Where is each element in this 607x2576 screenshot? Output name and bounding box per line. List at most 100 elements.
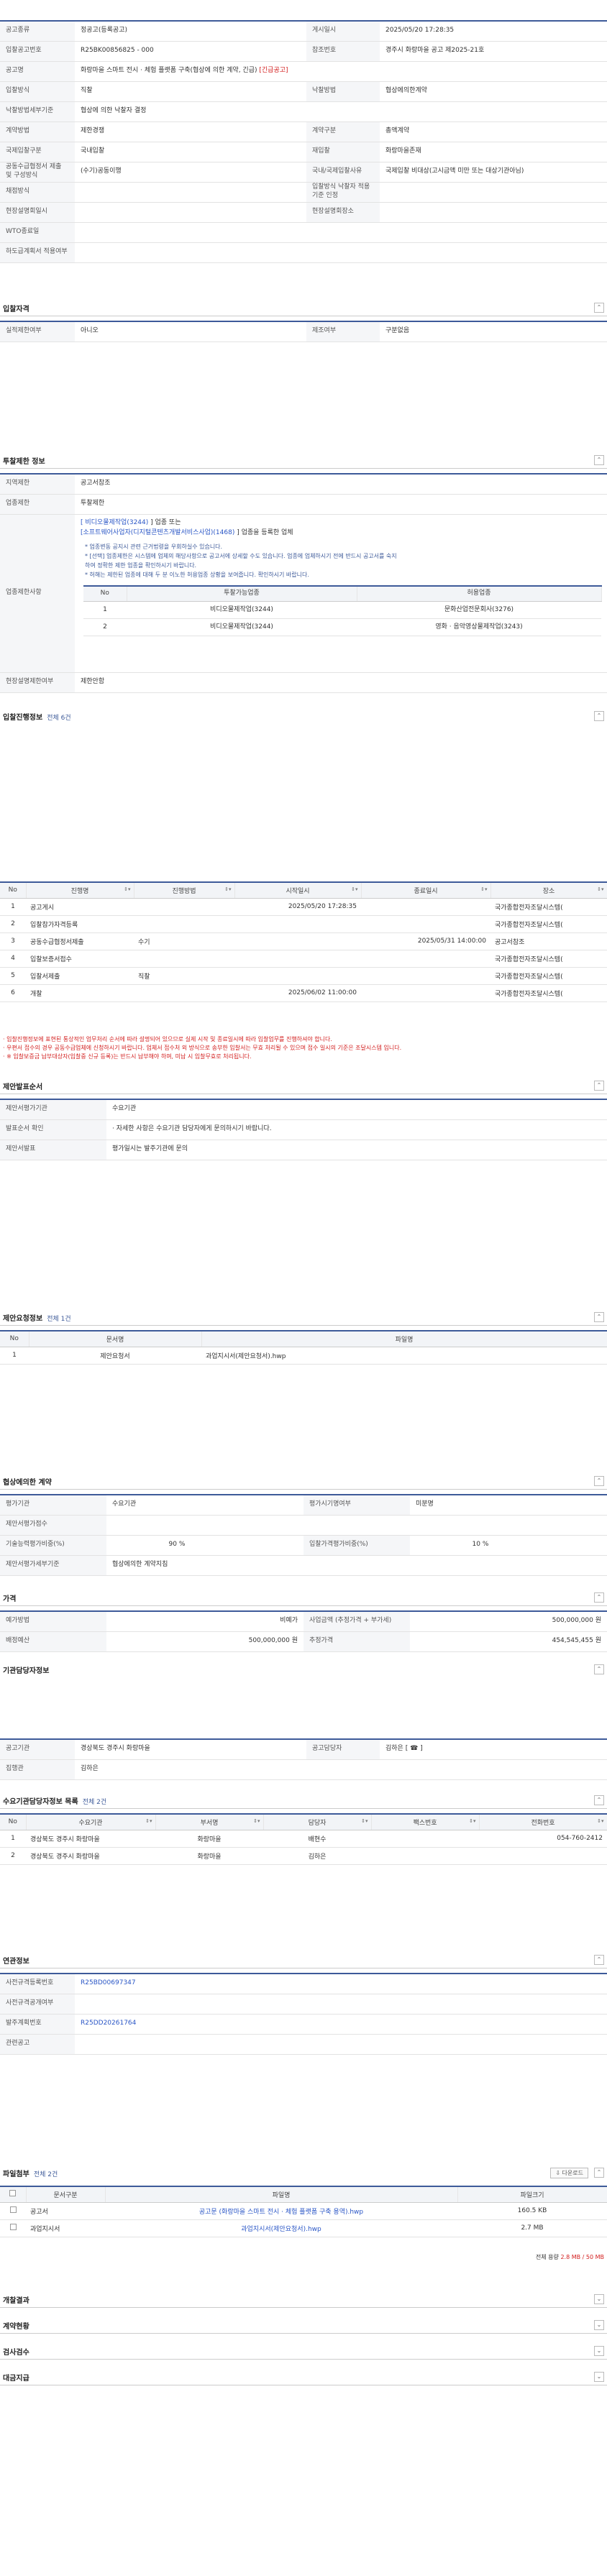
field-value — [106, 1515, 607, 1536]
sort-icon[interactable]: ⇕▾ — [597, 886, 603, 892]
table-cell: 개찰 — [26, 984, 134, 1002]
table-cell: 2 — [0, 915, 26, 933]
column-header[interactable]: 수요기관 ⇕▾ — [26, 1814, 156, 1830]
field-value — [380, 182, 607, 203]
field-value-text: 협상에의한계약 — [385, 87, 427, 95]
column-header[interactable]: 팩스번호 ⇕▾ — [371, 1814, 480, 1830]
restriction-table: 지역제한 공고서참조 업종제한 투찰제한 업종제한사항 [ 비디오물제작업(3244… — [0, 473, 607, 693]
download-button[interactable]: ⇩ 다운로드 — [550, 2168, 588, 2178]
field-value-text: 수요기관 — [112, 1105, 137, 1113]
column-header[interactable]: 장소 ⇕▾ — [490, 882, 607, 899]
sort-icon[interactable]: ⇕▾ — [480, 886, 487, 892]
field-label: 사전규격공개여부 — [0, 1994, 75, 2014]
field-value-text: 화랑마을존재 — [385, 147, 421, 155]
column-header[interactable]: 진행방법 ⇕▾ — [134, 882, 235, 899]
table-cell: 제안요청서 — [29, 1347, 201, 1365]
sort-icon[interactable]: ⇕▾ — [469, 1818, 475, 1824]
column-header[interactable]: 담당자 ⇕▾ — [263, 1814, 372, 1830]
collapse-button[interactable]: ⌃ — [594, 1955, 604, 1965]
column-header-label: 파일명 — [395, 1336, 414, 1344]
field-value-text: 김하은 — [81, 1765, 99, 1773]
field-value-text: 경주시 화랑마을 공고 제2025-21호 — [385, 47, 485, 55]
expand-button[interactable]: ⌄ — [594, 2320, 604, 2330]
row-checkbox[interactable] — [9, 2206, 17, 2213]
field-label: 입찰가격평가비중(%) — [304, 1535, 410, 1556]
cell-text: 국가종합전자조달시스템( — [495, 990, 563, 998]
expand-button[interactable]: ⌄ — [594, 2372, 604, 2382]
collapse-button[interactable]: ⌃ — [594, 1664, 604, 1674]
cell-text: 3 — [11, 938, 15, 945]
field-value-text[interactable]: R25DD20261764 — [81, 2020, 136, 2027]
table-cell — [234, 950, 361, 968]
field-value-text: 직찰 — [81, 87, 93, 95]
sort-icon[interactable]: ⇕▾ — [145, 1818, 152, 1824]
select-all-checkbox[interactable] — [9, 2190, 17, 2197]
sort-icon[interactable]: ⇕▾ — [597, 1818, 603, 1824]
collapse-button[interactable]: ⌃ — [594, 1476, 604, 1486]
collapse-button[interactable]: ⌃ — [594, 1312, 604, 1322]
field-value-text: 협상에 의한 낙찰자 결정 — [81, 107, 147, 115]
field-value-text: 평가일시는 발주기관에 문의 — [112, 1145, 188, 1153]
table-cell — [134, 915, 234, 933]
cell-text: 수기 — [138, 938, 150, 946]
field-value: 총액계약 — [380, 122, 607, 142]
collapse-button[interactable]: ⌃ — [594, 1795, 604, 1805]
table-cell: 과업지시서 — [26, 2219, 105, 2237]
sort-icon[interactable]: ⇕▾ — [351, 886, 357, 892]
industry-link-1[interactable]: [ 비디오물제작업(3244) — [81, 519, 148, 526]
section-title: 파일첨부 — [3, 2171, 29, 2178]
cell-text: 문화산업전문회사(3276) — [444, 606, 514, 614]
table-cell: 6 — [0, 984, 26, 1002]
cell-text: 영화 · 음악영상물제작업(3243) — [435, 623, 523, 631]
collapse-button[interactable]: ⌃ — [594, 1592, 604, 1603]
section-title: 계약현황 — [3, 2323, 29, 2331]
collapse-button[interactable]: ⌃ — [594, 303, 604, 313]
column-header[interactable]: No — [0, 1814, 27, 1830]
table-cell: 160.5 KB — [457, 2202, 607, 2220]
table-cell: 비디오물제작업(3244) — [127, 618, 357, 637]
cell-text: 공고서 — [30, 2208, 48, 2216]
field-value: 협상에의한 계약지침 — [106, 1555, 607, 1576]
field-value-text[interactable]: R25BD00697347 — [81, 1979, 136, 1986]
table-cell — [134, 984, 234, 1002]
column-header-label: 팩스번호 — [413, 1819, 437, 1827]
field-value-text: 김하은 [ ☎ ] — [385, 1745, 423, 1753]
field-value-text: 2025/05/20 17:28:35 — [385, 27, 455, 35]
collapse-button[interactable]: ⌃ — [594, 2168, 604, 2178]
sort-icon[interactable]: ⇕▾ — [124, 886, 130, 892]
collapse-button[interactable]: ⌃ — [594, 711, 604, 721]
collapse-button[interactable]: ⌃ — [594, 1081, 604, 1091]
expand-button[interactable]: ⌄ — [594, 2346, 604, 2356]
table-cell: 국가종합전자조달시스템( — [490, 915, 607, 933]
column-header[interactable]: 진행명 ⇕▾ — [26, 882, 134, 899]
kv-row: 낙찰방법세부기준 협상에 의한 낙찰자 결정 — [0, 101, 607, 122]
sort-icon[interactable]: ⇕▾ — [253, 1818, 260, 1824]
column-header[interactable]: 시작일시 ⇕▾ — [234, 882, 362, 899]
column-header[interactable]: 종료일시 ⇕▾ — [361, 882, 491, 899]
field-label: 집행관 — [0, 1759, 75, 1780]
kv-row: WTO종료일 — [0, 222, 607, 243]
column-header[interactable]: No — [0, 882, 27, 899]
column-header[interactable]: 전화번호 ⇕▾ — [479, 1814, 607, 1830]
field-label: 배정예산 — [0, 1631, 106, 1652]
file-link[interactable]: 공고문 (화랑마을 스마트 전시 · 체험 플랫폼 구축 용역).hwp — [199, 2209, 363, 2216]
column-header: 파일명 — [105, 2186, 458, 2203]
section-restriction: 투찰제한 정보 ⌃ — [0, 453, 607, 469]
kv-row: 공동수급협정서 제출 및 구성방식 (수기)공동이행 국내/국제입찰사유 국제입찰 비… — [0, 162, 607, 183]
cond-text-2: ] 업종을 등록한 업체 — [237, 529, 293, 537]
kv-row: 관련공고 — [0, 2034, 607, 2055]
row-checkbox[interactable] — [9, 2224, 17, 2230]
file-link[interactable]: 과업지시서(제안요청서).hwp — [241, 2226, 321, 2233]
sort-icon[interactable]: ⇕▾ — [361, 1818, 368, 1824]
sort-icon[interactable]: ⇕▾ — [224, 886, 231, 892]
industry-link-2[interactable]: [소프트웨어사업자(디지털콘텐츠개발서비스사업)(1468) — [81, 529, 234, 536]
section-related: 연관정보 ⌃ — [0, 1953, 607, 1968]
field-value: 500,000,000 원 — [410, 1611, 607, 1632]
region-label: 지역제한 — [0, 474, 75, 495]
collapse-button[interactable]: ⌃ — [594, 455, 604, 465]
column-header[interactable]: 부서명 ⇕▾ — [155, 1814, 264, 1830]
table-cell — [371, 1830, 479, 1848]
expand-button[interactable]: ⌄ — [594, 2294, 604, 2304]
table-cell — [134, 950, 234, 968]
field-value: 미분명 — [410, 1495, 607, 1516]
